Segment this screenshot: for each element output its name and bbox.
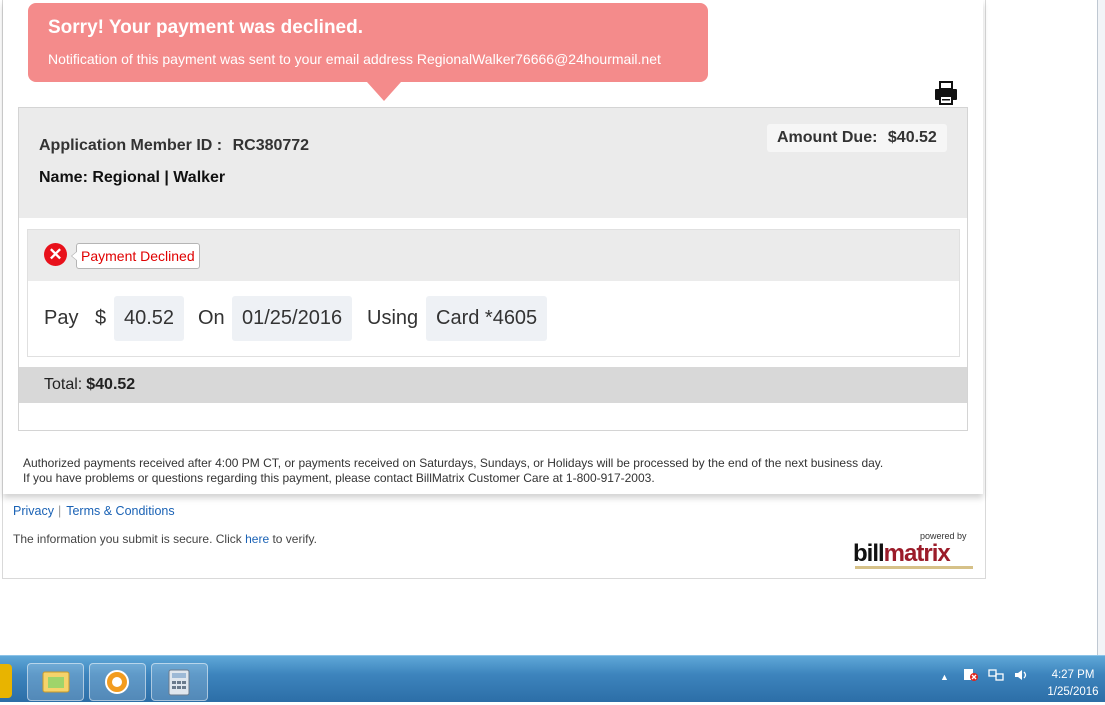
terms-link[interactable]: Terms & Conditions — [66, 504, 174, 518]
date-field: 01/25/2016 — [232, 296, 353, 341]
secure-suffix: to verify. — [272, 532, 317, 546]
volume-icon[interactable] — [1014, 668, 1030, 682]
start-button[interactable] — [0, 664, 12, 698]
member-id-row: Application Member ID : RC380772 — [39, 137, 309, 155]
clock-time: 4:27 PM — [1051, 669, 1095, 681]
network-icon[interactable] — [988, 668, 1004, 682]
logo-matrix: matrix — [883, 540, 951, 567]
verify-link[interactable]: here — [245, 532, 269, 546]
system-tray: ▲ — [940, 668, 1030, 683]
amount-due-badge: Amount Due: $40.52 — [767, 124, 947, 152]
payment-status-bar: ✕ Payment Declined — [28, 230, 959, 281]
toast-title: Sorry! Your payment was declined. — [48, 17, 364, 38]
total-row: Total: $40.52 — [44, 367, 135, 403]
using-label: Using — [367, 307, 419, 329]
calculator-icon — [168, 669, 190, 696]
browser-icon — [105, 670, 129, 694]
window-edge — [1098, 0, 1105, 655]
payment-panel: Application Member ID : RC380772 Name: R… — [18, 107, 968, 431]
secure-notice: The information you submit is secure. Cl… — [13, 532, 317, 546]
amount-due-value: $40.52 — [887, 129, 937, 146]
member-id-value: RC380772 — [232, 137, 310, 154]
on-label: On — [198, 307, 225, 329]
member-name: Name: Regional | Walker — [39, 169, 226, 186]
amount-field: 40.52 — [114, 296, 185, 341]
toast-message: Notification of this payment was sent to… — [48, 51, 661, 67]
amount-due-label: Amount Due: — [777, 129, 878, 146]
taskbar-clock[interactable]: 4:27 PM 1/25/2016 — [1038, 667, 1105, 701]
privacy-link[interactable]: Privacy — [13, 504, 54, 518]
total-label: Total: — [44, 376, 83, 393]
disclaimer-line-2: If you have problems or questions regard… — [23, 471, 655, 485]
window-border — [1097, 0, 1098, 655]
taskbar-app-calculator[interactable] — [151, 663, 208, 701]
currency-symbol: $ — [95, 307, 107, 329]
explorer-icon — [42, 671, 70, 693]
footer-links: Privacy | Terms & Conditions — [13, 504, 175, 518]
taskbar-app-explorer[interactable] — [27, 663, 84, 701]
member-id-label: Application Member ID : — [39, 137, 223, 154]
toast-pointer — [367, 82, 401, 101]
billmatrix-logo: billmatrix — [853, 540, 951, 568]
error-icon: ✕ — [44, 243, 67, 266]
status-badge: Payment Declined — [71, 243, 200, 269]
taskbar-app-ie[interactable] — [89, 663, 146, 701]
pay-label: Pay — [44, 307, 79, 329]
clock-date: 1/25/2016 — [1047, 686, 1099, 698]
print-icon[interactable] — [934, 81, 958, 105]
total-value: $40.52 — [86, 376, 136, 393]
secure-text: The information you submit is secure. Cl… — [13, 532, 242, 546]
payment-details: ✕ Payment Declined Pay $ 40.52 On 01/25/… — [27, 229, 960, 357]
disclaimer: Authorized payments received after 4:00 … — [23, 456, 883, 486]
total-bar: Total: $40.52 — [19, 367, 967, 403]
declined-toast: Sorry! Your payment was declined. Notifi… — [28, 3, 708, 101]
card-field: Card *4605 — [426, 296, 548, 341]
disclaimer-line-1: Authorized payments received after 4:00 … — [23, 456, 884, 470]
payment-summary-row: Pay $ 40.52 On 01/25/2016 Using Card *46… — [28, 296, 959, 341]
logo-bill: bill — [853, 540, 885, 567]
taskbar: ▲ 4:27 PM 1/25/2016 — [0, 655, 1105, 702]
show-hidden-icons[interactable]: ▲ — [940, 672, 949, 682]
logo-underline — [855, 566, 973, 569]
link-separator: | — [57, 504, 62, 518]
account-summary: Application Member ID : RC380772 Name: R… — [19, 108, 967, 218]
action-center-icon[interactable] — [963, 668, 979, 682]
